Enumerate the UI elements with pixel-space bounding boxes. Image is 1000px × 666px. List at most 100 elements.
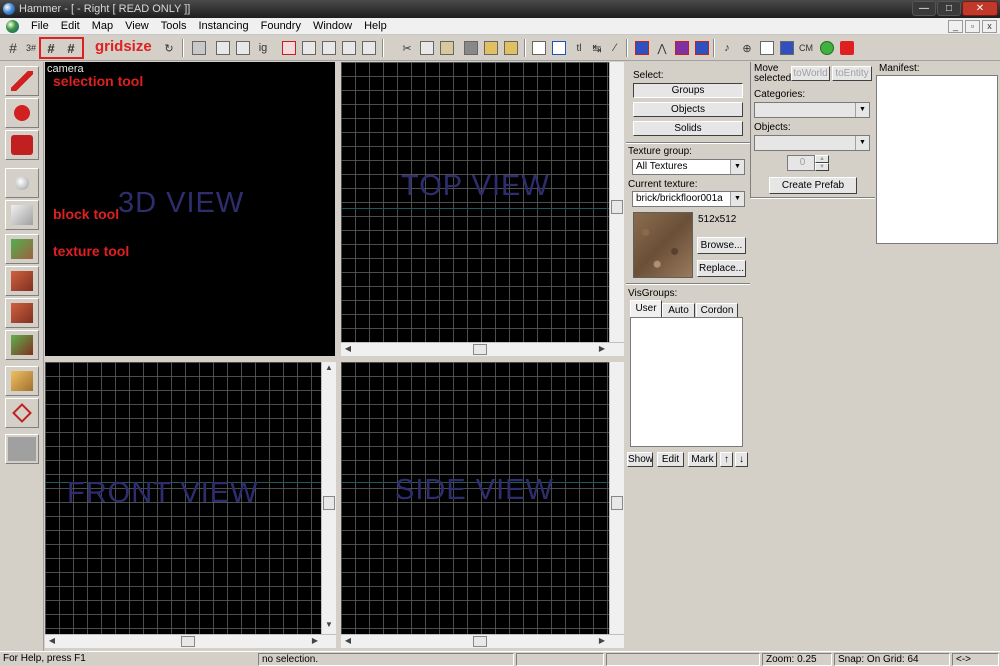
side-viewport[interactable]: SIDE VIEW <box>341 362 609 634</box>
chevron-down-icon[interactable]: ▼ <box>730 192 744 206</box>
visgroup-list[interactable] <box>630 317 743 447</box>
ungroup-icon[interactable] <box>234 39 252 57</box>
scroll-down-icon[interactable]: ▼ <box>322 620 336 629</box>
chevron-down-icon[interactable]: ▼ <box>855 103 869 117</box>
move-down-button[interactable]: ↓ <box>735 452 748 467</box>
front-vertical-scrollbar[interactable]: ▲ ▼ <box>321 362 336 634</box>
side-vertical-scrollbar[interactable] <box>609 362 624 634</box>
to-entity-button[interactable]: toEntity <box>832 66 872 81</box>
scroll-left-icon[interactable]: ◀ <box>341 344 355 353</box>
undo-icon[interactable]: ↻ <box>160 39 178 57</box>
menu-view[interactable]: View <box>119 20 155 32</box>
side-vscroll-thumb[interactable] <box>611 496 623 510</box>
side-horizontal-scrollbar[interactable]: ◀ ▶ <box>341 634 624 648</box>
camera-tool-button[interactable] <box>5 130 39 160</box>
maximize-button[interactable]: □ <box>937 1 961 16</box>
target-icon[interactable]: ⊕ <box>738 39 756 57</box>
minimize-button[interactable]: — <box>912 1 936 16</box>
map-properties-icon[interactable] <box>673 39 691 57</box>
decal-tool-button[interactable] <box>5 298 39 328</box>
close-button[interactable]: ✕ <box>962 1 998 16</box>
overlay-tool-button[interactable] <box>5 330 39 360</box>
select-icon[interactable] <box>550 39 568 57</box>
mdi-minimize-button[interactable]: _ <box>948 20 963 33</box>
menu-help[interactable]: Help <box>358 20 393 32</box>
edit-visgroup-icon[interactable] <box>360 39 378 57</box>
scroll-up-icon[interactable]: ▲ <box>322 363 336 372</box>
front-horizontal-scrollbar[interactable]: ◀ ▶ <box>45 634 336 648</box>
texture-align-icon[interactable] <box>502 39 520 57</box>
copy-icon[interactable] <box>418 39 436 57</box>
show-hidden-icon[interactable] <box>300 39 318 57</box>
tab-cordon[interactable]: Cordon <box>696 303 738 318</box>
show-visgroup-button[interactable]: Show <box>627 452 653 467</box>
top-vertical-scrollbar[interactable] <box>609 62 624 342</box>
cm-button[interactable]: CM <box>797 39 815 57</box>
leaf-icon[interactable] <box>818 39 836 57</box>
texture-tool-button[interactable] <box>5 234 39 264</box>
scroll-right-icon[interactable]: ▶ <box>308 636 322 645</box>
select-objects-button[interactable]: Objects <box>633 102 743 117</box>
cubemap-icon[interactable] <box>778 39 796 57</box>
spinner-up-icon[interactable]: ▲ <box>815 155 829 163</box>
visgroup-icon[interactable] <box>340 39 358 57</box>
scroll-right-icon[interactable]: ▶ <box>595 344 609 353</box>
3d-grid-icon[interactable]: 3# <box>22 39 40 57</box>
tab-user[interactable]: User <box>630 300 662 318</box>
menu-tools[interactable]: Tools <box>155 20 193 32</box>
to-world-button[interactable]: toWorld <box>791 66 830 81</box>
front-viewport[interactable]: FRONT VIEW <box>45 362 321 634</box>
hide-unselected-icon[interactable] <box>320 39 338 57</box>
arrows-icon[interactable]: ↹ <box>588 39 606 57</box>
mark-visgroup-button[interactable]: Mark <box>688 452 717 467</box>
draw-icon[interactable] <box>838 39 856 57</box>
texture-group-combo[interactable]: All Textures ▼ <box>632 159 745 175</box>
menu-edit[interactable]: Edit <box>55 20 86 32</box>
scroll-left-icon[interactable]: ◀ <box>341 636 355 645</box>
select-solids-button[interactable]: Solids <box>633 121 743 136</box>
larger-grid-icon[interactable]: # <box>62 39 80 57</box>
top-hscroll-thumb[interactable] <box>473 344 487 355</box>
bounding-box-icon[interactable] <box>530 39 548 57</box>
texture-scale-lock-icon[interactable] <box>482 39 500 57</box>
edit-visgroup-button[interactable]: Edit <box>657 452 684 467</box>
categories-combo[interactable]: ▼ <box>754 102 870 118</box>
tab-auto[interactable]: Auto <box>662 303 695 318</box>
manifest-list[interactable] <box>876 75 998 244</box>
magnify-tool-button[interactable] <box>5 98 39 128</box>
hide-selection-icon[interactable] <box>280 39 298 57</box>
apply-texture-button[interactable] <box>5 266 39 296</box>
ignore-group-icon[interactable]: ig <box>254 39 272 57</box>
top-viewport[interactable]: TOP VIEW <box>341 62 609 342</box>
texture-lock-icon[interactable] <box>462 39 480 57</box>
grid-toggle-icon[interactable]: # <box>4 39 22 57</box>
menu-file[interactable]: File <box>25 20 55 32</box>
scroll-right-icon[interactable]: ▶ <box>595 636 609 645</box>
select-groups-button[interactable]: Groups <box>633 83 743 98</box>
side-hscroll-thumb[interactable] <box>473 636 487 647</box>
objects-combo[interactable]: ▼ <box>754 135 870 151</box>
spinner-down-icon[interactable]: ▼ <box>815 163 829 171</box>
run-map-icon[interactable] <box>693 39 711 57</box>
chevron-down-icon[interactable]: ▼ <box>855 136 869 150</box>
group-icon[interactable] <box>214 39 232 57</box>
clip-tool-button[interactable] <box>5 366 39 396</box>
check-problems-icon[interactable]: ⋀ <box>653 39 671 57</box>
sound-icon[interactable]: ♪ <box>718 39 736 57</box>
carve-icon[interactable] <box>190 39 208 57</box>
menu-map[interactable]: Map <box>86 20 119 32</box>
menu-instancing[interactable]: Instancing <box>192 20 254 32</box>
vertex-tool-button[interactable] <box>5 398 39 428</box>
top-horizontal-scrollbar[interactable]: ◀ ▶ <box>341 342 624 356</box>
current-texture-combo[interactable]: brick/brickfloor001a ▼ <box>632 191 745 207</box>
3d-viewport[interactable]: camera 3D VIEW selection tool block tool… <box>45 62 335 356</box>
create-prefab-button[interactable]: Create Prefab <box>769 177 857 194</box>
count-spinner-field[interactable]: 0 <box>787 155 815 171</box>
tl-button[interactable]: tl <box>570 39 588 57</box>
cut-icon[interactable]: ✂ <box>398 39 416 57</box>
brush-icon[interactable]: ⁄ <box>606 39 624 57</box>
top-vscroll-thumb[interactable] <box>611 200 623 214</box>
selection-tool-button[interactable] <box>5 66 39 96</box>
paste-icon[interactable] <box>438 39 456 57</box>
replace-texture-button[interactable]: Replace... <box>697 260 746 277</box>
